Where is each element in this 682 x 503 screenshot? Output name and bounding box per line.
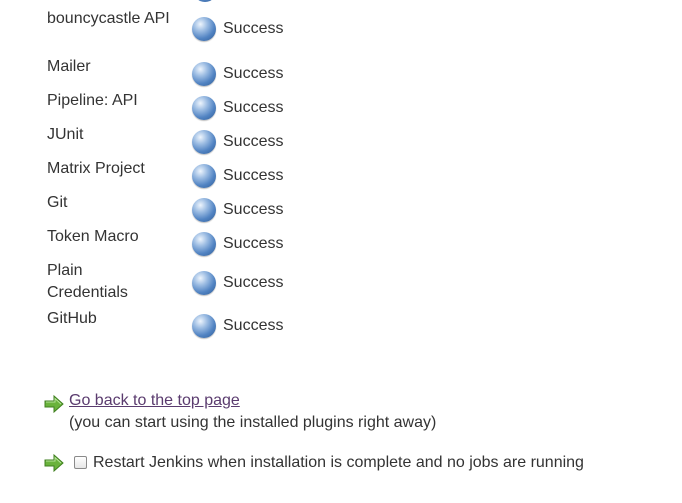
plugin-row: bouncycastle API Success [47,8,447,52]
status-text: Success [223,274,284,291]
blue-ball-icon [192,198,216,222]
plugin-status: Success [192,95,283,121]
plugin-status: Success [192,231,283,257]
status-text: Success [223,133,284,150]
plugin-row: Plain Credentials Success [47,260,447,308]
plugin-row: GitHub Success [47,308,447,342]
plugin-status-table: bouncycastle API Success Mailer Success … [47,8,447,342]
plugin-row: Mailer Success [47,56,447,90]
plugin-name: bouncycastle API [47,10,170,27]
status-text: Success [223,235,284,252]
restart-label[interactable]: Restart Jenkins when installation is com… [93,453,584,473]
plugin-row: Matrix Project Success [47,158,447,192]
go-back-link[interactable]: Go back to the top page [69,390,436,412]
go-back-row: Go back to the top page (you can start u… [44,390,664,434]
plugin-status: Success [192,129,283,155]
plugin-status: Success [192,61,283,87]
status-text: Success [223,167,284,184]
blue-ball-icon [192,96,216,120]
post-install-actions: Go back to the top page (you can start u… [44,390,664,473]
plugin-row: JUnit Success [47,124,447,158]
blue-ball-icon [192,314,216,338]
plugin-name: GitHub [47,310,97,327]
blue-ball-icon [192,130,216,154]
plugin-status: Success [192,313,283,339]
plugin-name: Plain Credentials [47,262,128,301]
plugin-status: Success [192,16,283,42]
plugin-status: Success [192,163,283,189]
plugin-status: Success [192,197,283,223]
blue-ball-icon [192,62,216,86]
blue-ball-icon [192,164,216,188]
status-text: Success [223,201,284,218]
restart-row: Restart Jenkins when installation is com… [44,453,664,473]
blue-ball-icon [192,17,216,41]
status-ball-icon [193,0,217,2]
green-arrow-icon [44,453,64,473]
status-text: Success [223,65,284,82]
plugin-name: Mailer [47,58,91,75]
blue-ball-icon [192,271,216,295]
plugin-row: Token Macro Success [47,226,447,260]
plugin-name: Matrix Project [47,160,145,177]
plugin-name: Git [47,194,68,211]
plugin-status: Success [192,270,283,296]
go-back-note: (you can start using the installed plugi… [69,414,437,431]
plugin-name: Pipeline: API [47,92,138,109]
plugin-row: Git Success [47,192,447,226]
plugin-installation-page: bouncycastle API Success Mailer Success … [0,0,682,503]
plugin-name: JUnit [47,126,84,143]
plugin-row: Pipeline: API Success [47,90,447,124]
status-text: Success [223,317,284,334]
restart-checkbox[interactable] [74,456,87,469]
status-text: Success [223,99,284,116]
go-back-text: Go back to the top page (you can start u… [69,390,436,434]
plugin-name: Token Macro [47,228,139,245]
status-text: Success [223,20,284,37]
blue-ball-icon [192,232,216,256]
green-arrow-icon [44,394,64,414]
